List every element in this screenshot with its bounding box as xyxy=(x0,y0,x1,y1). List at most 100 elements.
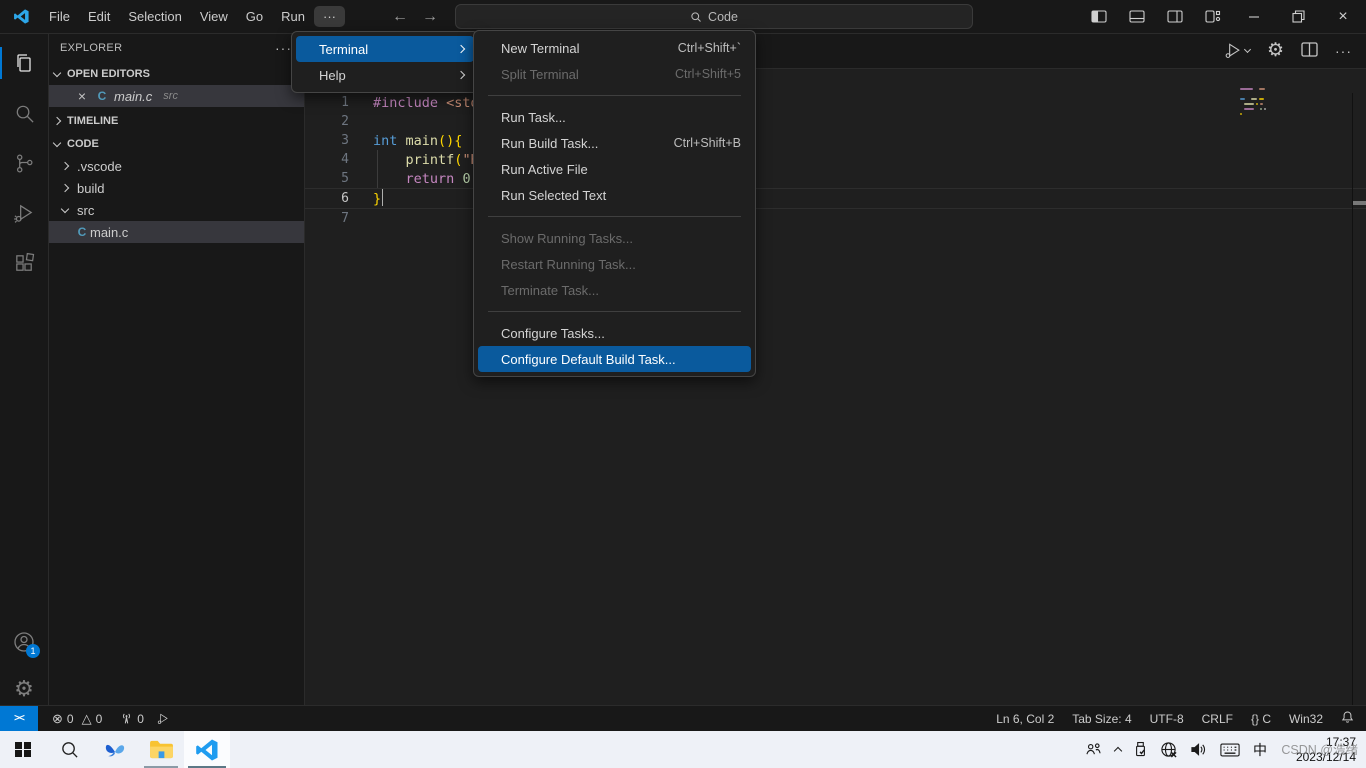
run-c-file-button[interactable] xyxy=(1223,41,1250,61)
status-item-crlf[interactable]: CRLF xyxy=(1202,712,1233,726)
ports-indicator[interactable]: 0 xyxy=(114,712,150,726)
toggle-secondary-sidebar-icon[interactable] xyxy=(1156,0,1194,33)
menu-item-configure-default-build-task[interactable]: Configure Default Build Task... xyxy=(478,346,751,372)
line-number: 4 xyxy=(305,152,349,167)
butterfly-app-icon xyxy=(103,738,127,762)
menubar-item-[interactable]: ··· xyxy=(314,6,345,27)
go-back-icon[interactable]: ← xyxy=(392,8,408,26)
code-token: 0 xyxy=(462,171,470,187)
open-editor-detail: src xyxy=(163,90,178,102)
toggle-primary-sidebar-icon[interactable] xyxy=(1080,0,1118,33)
close-editor-icon[interactable]: × xyxy=(74,88,90,104)
tree-item-label: main.c xyxy=(90,225,128,240)
problems-indicator[interactable]: ⊗ 0 △ 0 xyxy=(46,712,108,726)
tree-item-build[interactable]: build xyxy=(48,177,304,199)
system-tray: 中 17:37 2023/12/14 CSDN @浩绪 xyxy=(1085,731,1366,768)
status-item-utf-8[interactable]: UTF-8 xyxy=(1150,712,1184,726)
line-number: 6 xyxy=(305,191,349,206)
explorer-more-actions[interactable]: ··· xyxy=(275,40,292,56)
menubar-item-go[interactable]: Go xyxy=(237,6,272,27)
tray-date: 2023/12/14 xyxy=(1280,750,1356,765)
status-item-ln-6-col-2[interactable]: Ln 6, Col 2 xyxy=(996,712,1054,726)
menubar-item-selection[interactable]: Selection xyxy=(119,6,190,27)
vscode-logo-icon xyxy=(13,8,30,25)
split-editor-icon[interactable] xyxy=(1301,42,1318,60)
debug-status-icon[interactable] xyxy=(150,712,176,726)
status-item--c[interactable]: {} C xyxy=(1251,712,1271,726)
menu-item-help[interactable]: Help xyxy=(296,62,474,88)
taskbar-search-button[interactable] xyxy=(46,731,92,768)
go-forward-icon[interactable]: → xyxy=(422,8,438,26)
timeline-label: TIMELINE xyxy=(67,115,118,127)
network-globe-icon[interactable] xyxy=(1160,741,1177,758)
command-center-search[interactable]: Code xyxy=(455,4,973,29)
run-debug-view-icon[interactable] xyxy=(0,191,48,235)
menubar-item-run[interactable]: Run xyxy=(272,6,314,27)
taskbar-file-explorer[interactable] xyxy=(138,731,184,768)
menubar-item-file[interactable]: File xyxy=(40,6,79,27)
minimap[interactable] xyxy=(1240,88,1302,123)
toggle-panel-icon[interactable] xyxy=(1118,0,1156,33)
menu-item-shortcut: Ctrl+Shift+B xyxy=(654,136,741,150)
minimap-token xyxy=(1251,98,1257,100)
code-token: main xyxy=(406,133,439,149)
accounts-icon[interactable]: 1 xyxy=(0,620,48,664)
remote-indicator[interactable]: >< xyxy=(0,706,38,731)
speaker-icon[interactable] xyxy=(1190,742,1207,757)
line-number: 5 xyxy=(305,171,349,186)
code-line-4: 4 printf("H xyxy=(305,150,1366,169)
menu-item-terminal[interactable]: Terminal xyxy=(296,36,474,62)
open-editors-header[interactable]: OPEN EDITORS xyxy=(48,63,304,85)
notifications-bell-icon[interactable] xyxy=(1341,710,1354,727)
tree-item-vscode[interactable]: .vscode xyxy=(48,155,304,177)
usb-device-icon[interactable] xyxy=(1134,741,1147,758)
minimap-token xyxy=(1244,103,1254,105)
customize-layout-icon[interactable] xyxy=(1194,0,1232,33)
menu-item-new-terminal[interactable]: New TerminalCtrl+Shift+` xyxy=(478,35,751,61)
line-text: return 0; xyxy=(373,171,479,187)
open-editor-main-c[interactable]: × C main.c src xyxy=(48,85,304,107)
menubar-item-edit[interactable]: Edit xyxy=(79,6,119,27)
menu-item-run-task[interactable]: Run Task... xyxy=(478,104,751,130)
restore-button[interactable] xyxy=(1276,0,1320,33)
code-section-header[interactable]: CODE xyxy=(48,133,304,155)
editor-more-actions[interactable]: ··· xyxy=(1335,43,1352,59)
menu-item-run-build-task[interactable]: Run Build Task...Ctrl+Shift+B xyxy=(478,130,751,156)
menu-item-run-active-file[interactable]: Run Active File xyxy=(478,156,751,182)
touch-keyboard-icon[interactable] xyxy=(1220,743,1240,757)
source-control-icon[interactable] xyxy=(0,141,48,185)
start-button[interactable] xyxy=(0,731,46,768)
submenu-arrow-icon xyxy=(457,45,465,53)
people-icon[interactable] xyxy=(1085,742,1102,757)
menubar-item-view[interactable]: View xyxy=(191,6,237,27)
status-item-tab-size-4[interactable]: Tab Size: 4 xyxy=(1072,712,1131,726)
editor-settings-gear-icon[interactable]: ⚙ xyxy=(1267,41,1284,60)
tree-item-src[interactable]: src xyxy=(48,199,304,221)
menu-item-label: Terminal xyxy=(319,42,368,57)
menu-separator xyxy=(488,95,741,96)
explorer-view-icon[interactable] xyxy=(0,41,48,85)
vscode-taskbar-icon xyxy=(195,738,219,762)
timeline-header[interactable]: TIMELINE xyxy=(48,110,304,132)
menu-item-run-selected-text[interactable]: Run Selected Text xyxy=(478,182,751,208)
extensions-view-icon[interactable] xyxy=(0,241,48,285)
menu-item-configure-tasks[interactable]: Configure Tasks... xyxy=(478,320,751,346)
tray-expand-chevron[interactable] xyxy=(1114,747,1122,755)
tree-item-mainc[interactable]: Cmain.c xyxy=(48,221,304,243)
code-editor[interactable]: 1#include <std23int main(){4 printf("H5 … xyxy=(305,93,1366,228)
tray-clock[interactable]: 17:37 2023/12/14 CSDN @浩绪 xyxy=(1280,735,1356,765)
overflow-menu: Terminal Help xyxy=(291,31,479,93)
close-button[interactable]: × xyxy=(1320,0,1366,33)
windows-taskbar: 中 17:37 2023/12/14 CSDN @浩绪 xyxy=(0,731,1366,768)
code-line-6: 6} xyxy=(305,188,1366,209)
taskbar-app-butterfly[interactable] xyxy=(92,731,138,768)
ime-indicator[interactable]: 中 xyxy=(1253,740,1267,760)
status-item-win32[interactable]: Win32 xyxy=(1289,712,1323,726)
taskbar-vscode[interactable] xyxy=(184,731,230,768)
minimize-button[interactable] xyxy=(1232,0,1276,33)
minimap-token xyxy=(1240,103,1242,105)
search-view-icon[interactable] xyxy=(0,91,48,135)
minimap-token xyxy=(1259,88,1265,90)
code-line-2: 2 xyxy=(305,112,1366,131)
tree-item-label: .vscode xyxy=(77,159,122,174)
